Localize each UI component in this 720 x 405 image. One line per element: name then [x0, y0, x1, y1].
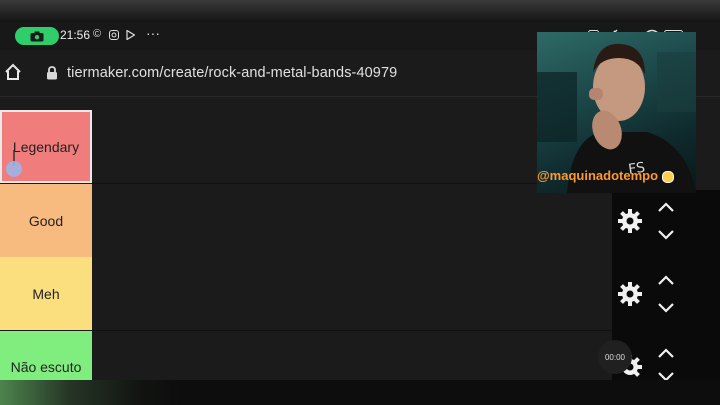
- copyright-notification-icon: ©: [93, 28, 102, 40]
- play-store-icon: [126, 30, 135, 40]
- top-fade: [0, 0, 720, 22]
- camera-icon: [30, 31, 44, 41]
- bottom-left-glow: [0, 380, 140, 405]
- tier-label-text: Não escuto: [10, 359, 82, 375]
- streamer-handle-text: @maquinadotempo: [537, 168, 659, 183]
- status-time: 21:56: [60, 28, 91, 42]
- tier-settings-gear-icon[interactable]: [617, 208, 643, 234]
- lock-icon: [47, 66, 57, 80]
- home-icon[interactable]: [4, 63, 22, 81]
- tier-label-meh[interactable]: Meh: [0, 257, 92, 330]
- tier-row-legendary[interactable]: [92, 110, 612, 184]
- tier-label-nao-escuto[interactable]: Não escuto: [0, 331, 92, 380]
- emoji-icon: [661, 170, 674, 183]
- move-tier-down-icon[interactable]: [656, 228, 676, 242]
- tier-row-meh[interactable]: [92, 257, 612, 331]
- move-tier-up-icon[interactable]: [656, 273, 676, 287]
- move-tier-up-icon[interactable]: [656, 200, 676, 214]
- tier-row-good[interactable]: [92, 184, 612, 258]
- url-text[interactable]: tiermaker.com/create/rock-and-metal-band…: [67, 65, 397, 81]
- tier-label-good[interactable]: Good: [0, 184, 92, 257]
- more-notifications-icon: ···: [146, 25, 160, 41]
- recording-timer: 00:00: [598, 340, 632, 374]
- move-tier-down-icon[interactable]: [656, 372, 676, 380]
- touch-pointer-indicator: [6, 150, 22, 177]
- streamer-handle: @maquinadotempo: [537, 168, 674, 183]
- tier-label-text: Good: [28, 212, 64, 229]
- tier-row-nao-escuto[interactable]: [92, 331, 612, 380]
- move-tier-down-icon[interactable]: [656, 301, 676, 315]
- instagram-icon: [109, 30, 119, 40]
- tier-settings-gear-icon[interactable]: [617, 281, 643, 307]
- move-tier-up-icon[interactable]: [656, 346, 676, 360]
- screen-record-indicator[interactable]: [15, 27, 59, 45]
- tier-label-text: Meh: [32, 285, 60, 302]
